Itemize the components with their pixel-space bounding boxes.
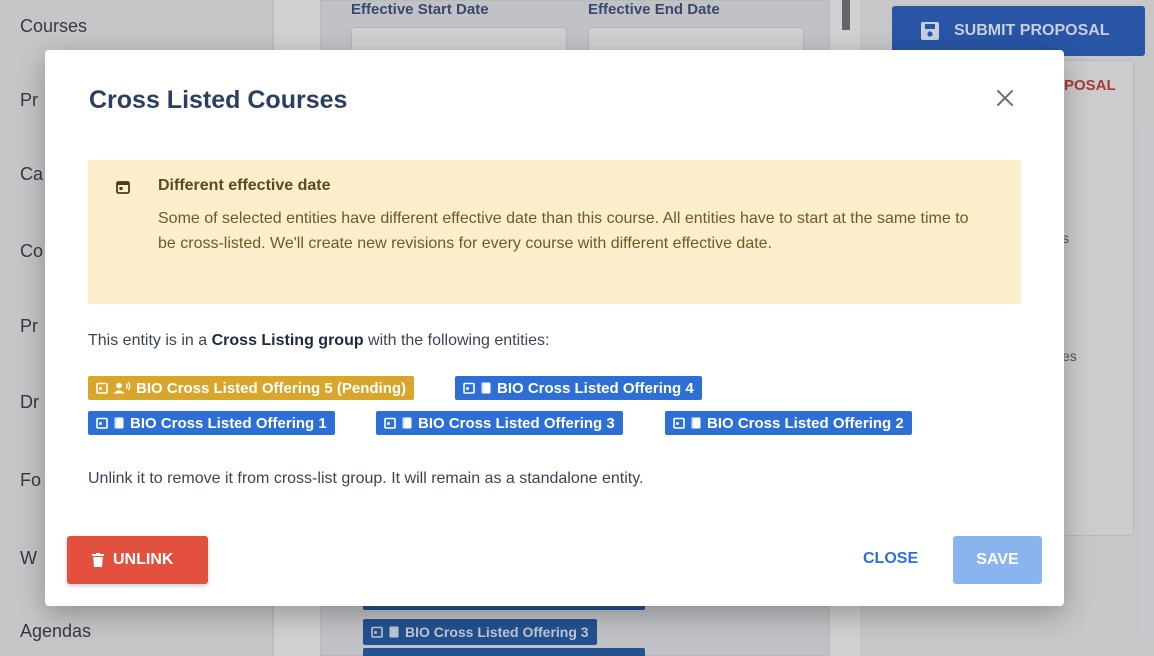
warning-title: Different effective date [158, 177, 331, 194]
entity-tag-label: BIO Cross Listed Offering 3 [418, 414, 615, 432]
warning-alert: Different effective date Some of selecte… [88, 160, 1021, 304]
entity-tag-offering-3[interactable]: BIO Cross Listed Offering 3 [376, 411, 623, 435]
trash-icon [92, 553, 104, 567]
unlink-help-text: Unlink it to remove it from cross-list g… [88, 470, 644, 487]
unlink-button[interactable]: UNLINK [67, 536, 208, 584]
cross-listing-group-text: This entity is in a Cross Listing group … [88, 332, 549, 350]
book-icon [114, 417, 124, 429]
entity-tag-label: BIO Cross Listed Offering 4 [497, 379, 694, 397]
dialog-title: Cross Listed Courses [89, 86, 348, 114]
calendar-icon [384, 417, 396, 429]
cross-listed-courses-dialog: Cross Listed Courses Different effective… [45, 50, 1064, 606]
calendar-icon [96, 417, 108, 429]
calendar-icon [673, 417, 685, 429]
entity-tag-offering-5[interactable]: BIO Cross Listed Offering 5 (Pending) [88, 376, 415, 400]
group-text-bold: Cross Listing group [211, 332, 364, 349]
entity-tag-offering-2[interactable]: BIO Cross Listed Offering 2 [665, 411, 912, 435]
warning-text: Some of selected entities have different… [158, 210, 969, 252]
calendar-icon [463, 382, 475, 394]
group-text-suffix: with the following entities: [363, 332, 550, 349]
close-icon[interactable] [991, 84, 1019, 112]
entity-tag-offering-4[interactable]: BIO Cross Listed Offering 4 [455, 376, 702, 400]
entity-tag-label: BIO Cross Listed Offering 1 [130, 414, 327, 432]
unlink-label: UNLINK [113, 551, 174, 568]
entity-tag-label: BIO Cross Listed Offering 5 (Pending) [136, 379, 407, 397]
close-button[interactable]: CLOSE [863, 550, 918, 568]
book-icon [402, 417, 412, 429]
save-button[interactable]: SAVE [953, 536, 1042, 584]
calendar-icon [116, 181, 130, 194]
entity-tag-offering-1[interactable]: BIO Cross Listed Offering 1 [88, 411, 335, 435]
calendar-icon [96, 382, 108, 394]
proposal-icon [113, 382, 131, 394]
book-icon [481, 382, 491, 394]
group-text-prefix: This entity is in a [88, 332, 212, 349]
entity-tag-label: BIO Cross Listed Offering 2 [707, 414, 904, 432]
book-icon [691, 417, 701, 429]
